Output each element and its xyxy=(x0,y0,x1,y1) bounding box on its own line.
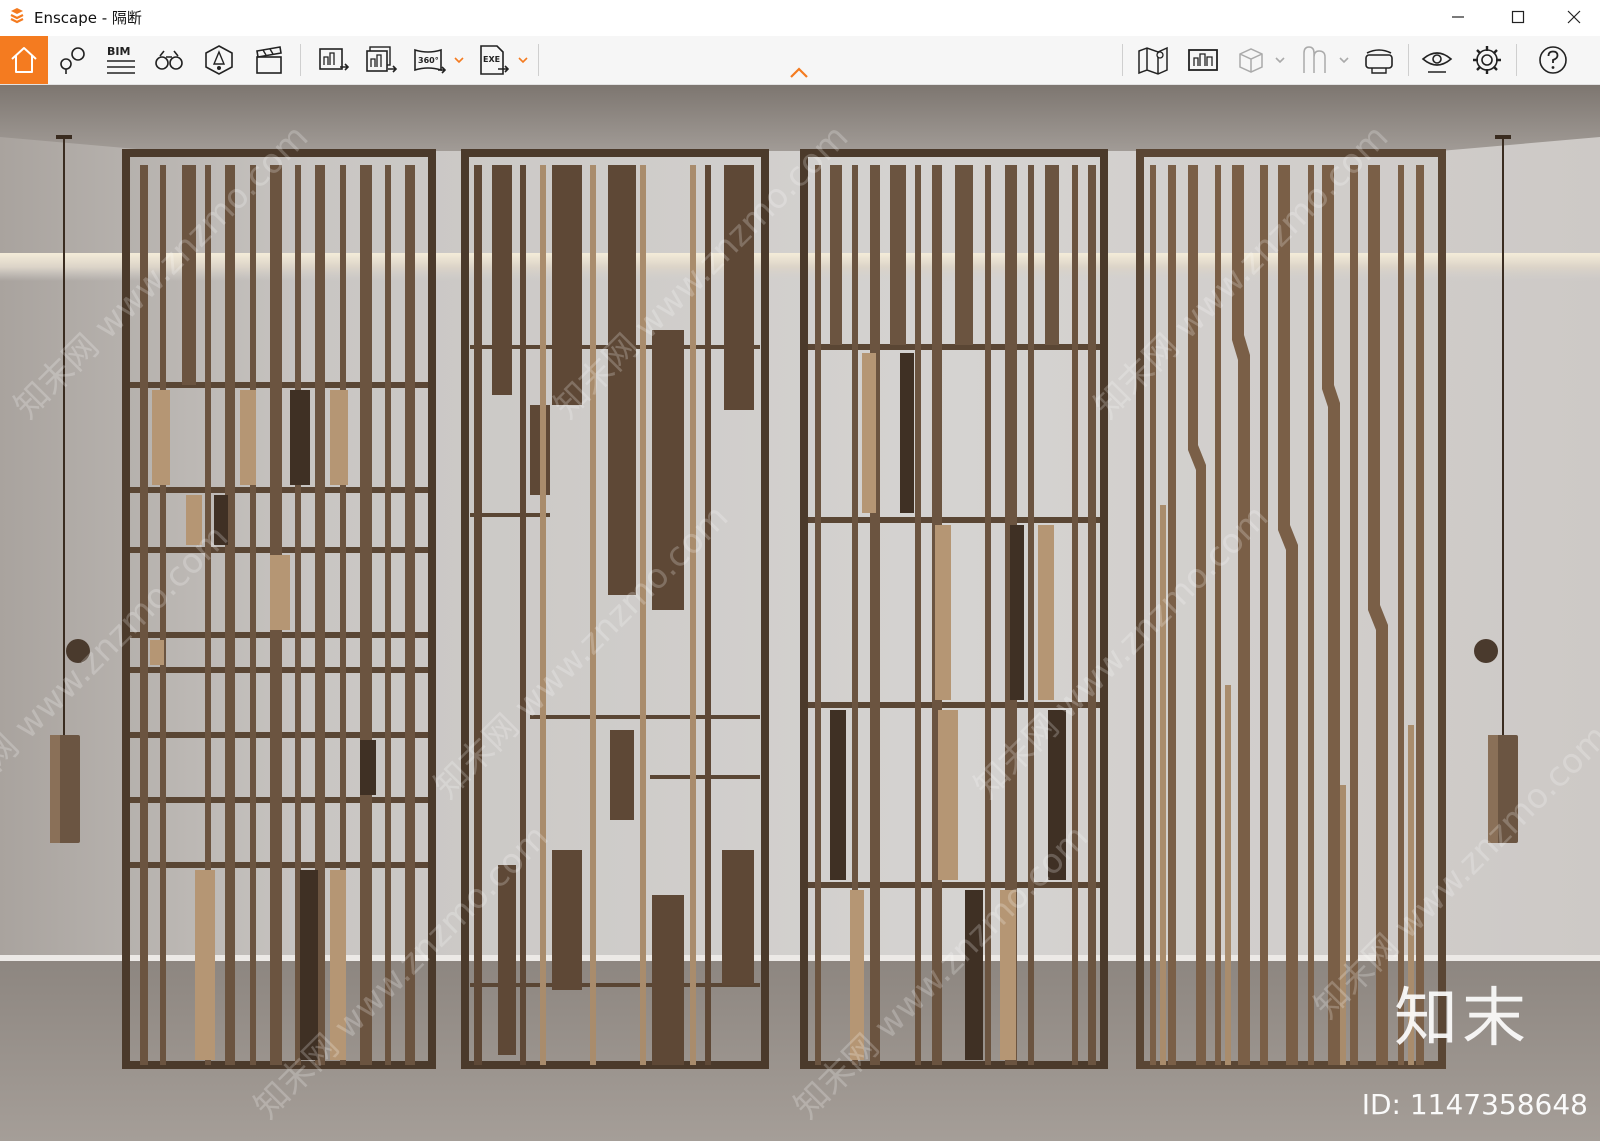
cube-button[interactable] xyxy=(1228,36,1274,84)
clapperboard-icon xyxy=(256,46,282,74)
svg-text:BIM: BIM xyxy=(107,45,130,58)
title-bar: Enscape - 隔断 xyxy=(0,0,1600,34)
map-icon xyxy=(1138,46,1168,75)
batch-render-icon xyxy=(366,46,398,73)
gear-icon xyxy=(1473,46,1501,74)
home-button[interactable] xyxy=(0,36,48,84)
home-icon xyxy=(11,47,37,73)
eye-icon xyxy=(1421,52,1453,73)
minimize-button[interactable] xyxy=(1432,0,1484,34)
materials-icon xyxy=(1303,46,1326,73)
minimize-icon xyxy=(1452,16,1464,18)
toolbar-separator xyxy=(1122,44,1123,76)
gallery-icon xyxy=(1188,49,1218,71)
toolbar-separator xyxy=(1408,44,1409,76)
batch-render-button[interactable] xyxy=(358,36,404,84)
chevron-down-icon[interactable] xyxy=(1338,54,1350,66)
map-button[interactable] xyxy=(1130,36,1176,84)
chevron-down-icon[interactable] xyxy=(453,54,465,66)
render-viewport[interactable]: 知末网 www.znzmo.com 知末网 www.znzmo.com 知末网 … xyxy=(0,85,1600,1141)
toolbar-separator xyxy=(300,44,301,76)
render-image-button[interactable] xyxy=(310,36,356,84)
maximize-button[interactable] xyxy=(1492,0,1544,34)
chevron-down-icon[interactable] xyxy=(517,54,529,66)
close-button[interactable] xyxy=(1548,0,1600,34)
chevron-up-icon[interactable] xyxy=(788,66,810,80)
video-editor-button[interactable] xyxy=(246,36,292,84)
export-exe-button[interactable]: EXE xyxy=(470,36,516,84)
help-icon xyxy=(1539,46,1567,74)
image-id-label: ID: 1147358648 xyxy=(1361,1088,1588,1121)
panorama-icon: 360° xyxy=(414,48,446,74)
brand-watermark: 知末 xyxy=(1394,982,1530,1056)
export-exe-icon: EXE xyxy=(480,45,510,75)
cube-icon xyxy=(1239,48,1263,73)
map-pin-icon xyxy=(60,47,85,74)
vr-headset-button[interactable] xyxy=(1356,36,1402,84)
screenshot-gallery-button[interactable] xyxy=(1180,36,1226,84)
help-button[interactable] xyxy=(1530,36,1576,84)
binoculars-button[interactable] xyxy=(146,36,192,84)
visual-settings-button[interactable] xyxy=(1414,36,1460,84)
asset-library-button[interactable] xyxy=(196,36,242,84)
enscape-logo-icon xyxy=(10,8,24,24)
toolbar-separator xyxy=(1516,44,1517,76)
asset-library-icon xyxy=(205,45,233,75)
views-button[interactable] xyxy=(50,36,96,84)
toolbar-separator xyxy=(538,44,539,76)
close-icon xyxy=(1567,10,1581,24)
svg-text:360°: 360° xyxy=(418,56,439,65)
bim-button[interactable]: BIM xyxy=(98,36,144,84)
svg-text:EXE: EXE xyxy=(483,55,500,64)
materials-button[interactable] xyxy=(1292,36,1338,84)
vr-headset-icon xyxy=(1365,49,1393,74)
maximize-icon xyxy=(1511,10,1525,24)
settings-button[interactable] xyxy=(1464,36,1510,84)
panorama-button[interactable]: 360° xyxy=(406,36,452,84)
render-image-icon xyxy=(319,48,350,71)
chevron-down-icon[interactable] xyxy=(1274,54,1286,66)
bim-icon: BIM xyxy=(107,45,135,74)
window-title: Enscape - 隔断 xyxy=(34,9,142,27)
binoculars-icon xyxy=(155,50,183,70)
